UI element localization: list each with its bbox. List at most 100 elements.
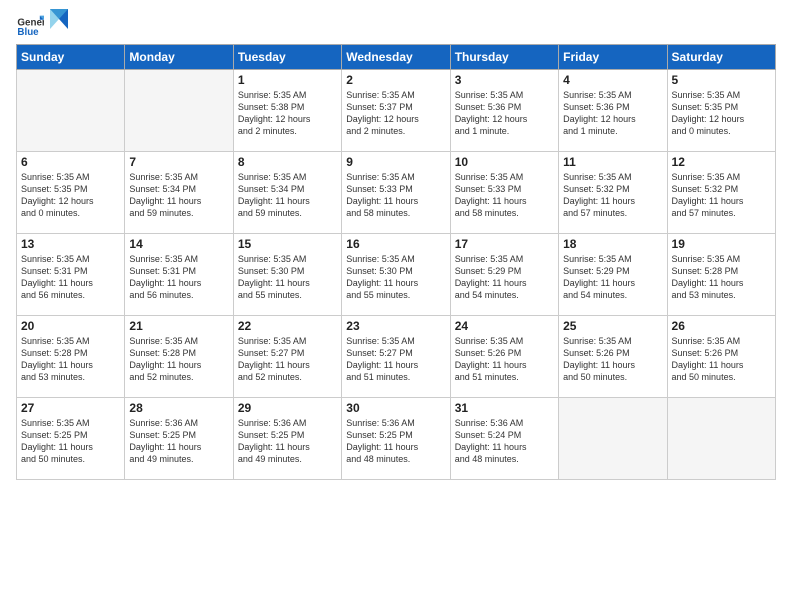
cell-info: Sunrise: 5:35 AM Sunset: 5:30 PM Dayligh… xyxy=(238,253,337,302)
day-number: 22 xyxy=(238,319,337,333)
calendar-cell: 26 Sunrise: 5:35 AM Sunset: 5:26 PM Dayli… xyxy=(667,316,775,398)
calendar-table: SundayMondayTuesdayWednesdayThursdayFrid… xyxy=(16,44,776,480)
day-number: 8 xyxy=(238,155,337,169)
logo-icon: General Blue xyxy=(16,10,44,38)
calendar-cell: 4 Sunrise: 5:35 AM Sunset: 5:36 PM Daylig… xyxy=(559,70,667,152)
day-number: 9 xyxy=(346,155,445,169)
day-number: 12 xyxy=(672,155,771,169)
day-header-friday: Friday xyxy=(559,45,667,70)
svg-text:Blue: Blue xyxy=(17,27,39,38)
calendar-cell: 11Sunrise: 5:35 AM Sunset: 5:32 PM Dayli… xyxy=(559,152,667,234)
calendar-cell: 17Sunrise: 5:35 AM Sunset: 5:29 PM Dayli… xyxy=(450,234,558,316)
calendar-cell: 1 Sunrise: 5:35 AM Sunset: 5:38 PM Daylig… xyxy=(233,70,341,152)
day-number: 27 xyxy=(21,401,120,415)
logo-triangle xyxy=(50,9,68,29)
calendar-cell: 5 Sunrise: 5:35 AM Sunset: 5:35 PM Daylig… xyxy=(667,70,775,152)
day-number: 18 xyxy=(563,237,662,251)
cell-info: Sunrise: 5:35 AM Sunset: 5:31 PM Dayligh… xyxy=(129,253,228,302)
cell-info: Sunrise: 5:35 AM Sunset: 5:32 PM Dayligh… xyxy=(672,171,771,220)
day-number: 1 xyxy=(238,73,337,87)
calendar-cell: 2 Sunrise: 5:35 AM Sunset: 5:37 PM Daylig… xyxy=(342,70,450,152)
day-number: 3 xyxy=(455,73,554,87)
cell-info: Sunrise: 5:36 AM Sunset: 5:25 PM Dayligh… xyxy=(129,417,228,466)
cell-info: Sunrise: 5:35 AM Sunset: 5:26 PM Dayligh… xyxy=(563,335,662,384)
day-number: 28 xyxy=(129,401,228,415)
calendar-cell: 3 Sunrise: 5:35 AM Sunset: 5:36 PM Daylig… xyxy=(450,70,558,152)
logo: General Blue xyxy=(16,10,68,38)
day-number: 4 xyxy=(563,73,662,87)
week-row-1: 1 Sunrise: 5:35 AM Sunset: 5:38 PM Daylig… xyxy=(17,70,776,152)
cell-info: Sunrise: 5:35 AM Sunset: 5:31 PM Dayligh… xyxy=(21,253,120,302)
cell-info: Sunrise: 5:36 AM Sunset: 5:24 PM Dayligh… xyxy=(455,417,554,466)
day-number: 15 xyxy=(238,237,337,251)
week-row-4: 20 Sunrise: 5:35 AM Sunset: 5:28 PM Dayli… xyxy=(17,316,776,398)
day-header-tuesday: Tuesday xyxy=(233,45,341,70)
cell-info: Sunrise: 5:35 AM Sunset: 5:25 PM Dayligh… xyxy=(21,417,120,466)
calendar-cell xyxy=(125,70,233,152)
cell-info: Sunrise: 5:35 AM Sunset: 5:33 PM Dayligh… xyxy=(455,171,554,220)
calendar-cell: 19 Sunrise: 5:35 AM Sunset: 5:28 PM Dayli… xyxy=(667,234,775,316)
header: General Blue xyxy=(16,10,776,38)
cell-info: Sunrise: 5:35 AM Sunset: 5:34 PM Dayligh… xyxy=(238,171,337,220)
day-number: 10 xyxy=(455,155,554,169)
cell-info: Sunrise: 5:36 AM Sunset: 5:25 PM Dayligh… xyxy=(238,417,337,466)
day-header-thursday: Thursday xyxy=(450,45,558,70)
day-number: 6 xyxy=(21,155,120,169)
week-row-5: 27 Sunrise: 5:35 AM Sunset: 5:25 PM Dayli… xyxy=(17,398,776,480)
day-number: 16 xyxy=(346,237,445,251)
cell-info: Sunrise: 5:35 AM Sunset: 5:36 PM Dayligh… xyxy=(563,89,662,138)
day-header-monday: Monday xyxy=(125,45,233,70)
day-header-saturday: Saturday xyxy=(667,45,775,70)
calendar-cell: 30Sunrise: 5:36 AM Sunset: 5:25 PM Dayli… xyxy=(342,398,450,480)
cell-info: Sunrise: 5:35 AM Sunset: 5:30 PM Dayligh… xyxy=(346,253,445,302)
day-header-sunday: Sunday xyxy=(17,45,125,70)
day-number: 23 xyxy=(346,319,445,333)
calendar-cell: 31 Sunrise: 5:36 AM Sunset: 5:24 PM Dayli… xyxy=(450,398,558,480)
cell-info: Sunrise: 5:35 AM Sunset: 5:34 PM Dayligh… xyxy=(129,171,228,220)
calendar-cell: 12 Sunrise: 5:35 AM Sunset: 5:32 PM Dayli… xyxy=(667,152,775,234)
cell-info: Sunrise: 5:35 AM Sunset: 5:28 PM Dayligh… xyxy=(672,253,771,302)
header-row: SundayMondayTuesdayWednesdayThursdayFrid… xyxy=(17,45,776,70)
calendar-cell: 15 Sunrise: 5:35 AM Sunset: 5:30 PM Dayli… xyxy=(233,234,341,316)
day-number: 26 xyxy=(672,319,771,333)
day-number: 13 xyxy=(21,237,120,251)
calendar-page: General Blue SundayMondayTuesdayWednesda… xyxy=(0,0,792,612)
day-number: 24 xyxy=(455,319,554,333)
calendar-cell: 14 Sunrise: 5:35 AM Sunset: 5:31 PM Dayli… xyxy=(125,234,233,316)
calendar-cell: 16 Sunrise: 5:35 AM Sunset: 5:30 PM Dayli… xyxy=(342,234,450,316)
cell-info: Sunrise: 5:35 AM Sunset: 5:35 PM Dayligh… xyxy=(672,89,771,138)
calendar-cell xyxy=(17,70,125,152)
cell-info: Sunrise: 5:35 AM Sunset: 5:27 PM Dayligh… xyxy=(346,335,445,384)
cell-info: Sunrise: 5:36 AM Sunset: 5:25 PM Dayligh… xyxy=(346,417,445,466)
calendar-cell: 23 Sunrise: 5:35 AM Sunset: 5:27 PM Dayli… xyxy=(342,316,450,398)
calendar-cell: 22 Sunrise: 5:35 AM Sunset: 5:27 PM Dayli… xyxy=(233,316,341,398)
cell-info: Sunrise: 5:35 AM Sunset: 5:26 PM Dayligh… xyxy=(672,335,771,384)
calendar-cell: 9 Sunrise: 5:35 AM Sunset: 5:33 PM Daylig… xyxy=(342,152,450,234)
cell-info: Sunrise: 5:35 AM Sunset: 5:27 PM Dayligh… xyxy=(238,335,337,384)
cell-info: Sunrise: 5:35 AM Sunset: 5:38 PM Dayligh… xyxy=(238,89,337,138)
day-number: 20 xyxy=(21,319,120,333)
cell-info: Sunrise: 5:35 AM Sunset: 5:28 PM Dayligh… xyxy=(129,335,228,384)
day-number: 29 xyxy=(238,401,337,415)
calendar-cell: 10 Sunrise: 5:35 AM Sunset: 5:33 PM Dayli… xyxy=(450,152,558,234)
cell-info: Sunrise: 5:35 AM Sunset: 5:37 PM Dayligh… xyxy=(346,89,445,138)
day-number: 31 xyxy=(455,401,554,415)
day-header-wednesday: Wednesday xyxy=(342,45,450,70)
day-number: 7 xyxy=(129,155,228,169)
day-number: 2 xyxy=(346,73,445,87)
day-number: 5 xyxy=(672,73,771,87)
calendar-cell xyxy=(667,398,775,480)
cell-info: Sunrise: 5:35 AM Sunset: 5:33 PM Dayligh… xyxy=(346,171,445,220)
calendar-cell: 27 Sunrise: 5:35 AM Sunset: 5:25 PM Dayli… xyxy=(17,398,125,480)
calendar-cell: 18Sunrise: 5:35 AM Sunset: 5:29 PM Dayli… xyxy=(559,234,667,316)
cell-info: Sunrise: 5:35 AM Sunset: 5:28 PM Dayligh… xyxy=(21,335,120,384)
day-number: 11 xyxy=(563,155,662,169)
day-number: 25 xyxy=(563,319,662,333)
calendar-cell: 21Sunrise: 5:35 AM Sunset: 5:28 PM Dayli… xyxy=(125,316,233,398)
calendar-cell: 25 Sunrise: 5:35 AM Sunset: 5:26 PM Dayli… xyxy=(559,316,667,398)
day-number: 19 xyxy=(672,237,771,251)
day-number: 14 xyxy=(129,237,228,251)
calendar-cell xyxy=(559,398,667,480)
calendar-cell: 24Sunrise: 5:35 AM Sunset: 5:26 PM Dayli… xyxy=(450,316,558,398)
cell-info: Sunrise: 5:35 AM Sunset: 5:36 PM Dayligh… xyxy=(455,89,554,138)
